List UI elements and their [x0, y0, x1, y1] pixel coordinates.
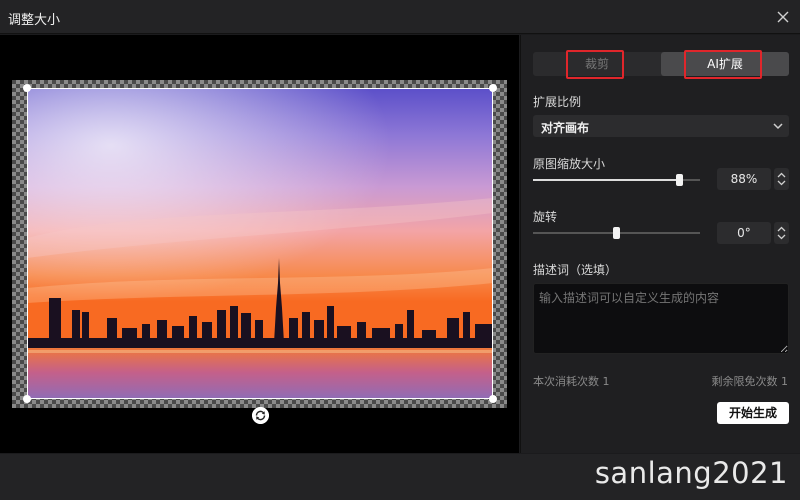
scale-slider-thumb[interactable]: [676, 174, 684, 186]
stepper-arrows-icon: [777, 172, 786, 186]
rotate-icon[interactable]: [252, 407, 269, 424]
expand-ratio-label: 扩展比例: [533, 95, 582, 109]
mode-tabs: 裁剪 AI扩展: [533, 52, 789, 76]
cost-text: 本次消耗次数 1: [533, 375, 610, 388]
expand-ratio-select[interactable]: 对齐画布: [533, 115, 789, 137]
rotation-slider-thumb[interactable]: [613, 227, 620, 239]
tab-crop[interactable]: 裁剪: [533, 52, 661, 76]
chevron-down-icon: [773, 123, 783, 130]
title-bar: 调整大小: [0, 0, 800, 34]
scale-input[interactable]: 88%: [717, 168, 771, 190]
resize-handle-top-right[interactable]: [489, 84, 497, 92]
rotation-slider[interactable]: [533, 227, 700, 239]
canvas-area: [0, 35, 519, 453]
resize-handle-bottom-right[interactable]: [489, 395, 497, 403]
rotation-label: 旋转: [533, 210, 558, 224]
scale-slider[interactable]: [533, 174, 700, 186]
scale-slider-fill: [533, 179, 680, 181]
watermark-text: sanlang2021: [594, 456, 788, 490]
scale-stepper[interactable]: [774, 168, 789, 190]
prompt-input[interactable]: [533, 283, 789, 354]
tab-ai-expand[interactable]: AI扩展: [661, 52, 789, 76]
window-title: 调整大小: [8, 13, 61, 28]
close-icon[interactable]: [774, 8, 792, 26]
stepper-arrows-icon: [777, 226, 786, 240]
prompt-label: 描述词（选填）: [533, 263, 618, 277]
rotation-stepper[interactable]: [774, 222, 789, 244]
settings-panel: 裁剪 AI扩展 扩展比例 对齐画布 原图缩放大小 88% 旋转 0° 描述词（选…: [520, 35, 800, 453]
rotation-input[interactable]: 0°: [717, 222, 771, 244]
scale-label: 原图缩放大小: [533, 157, 606, 171]
resize-handle-bottom-left[interactable]: [23, 395, 31, 403]
remaining-text: 剩余限免次数 1: [711, 375, 789, 388]
expand-ratio-value: 对齐画布: [541, 121, 590, 135]
resize-handle-top-left[interactable]: [23, 84, 31, 92]
crop-frame[interactable]: [27, 88, 493, 399]
generate-button[interactable]: 开始生成: [717, 402, 789, 424]
